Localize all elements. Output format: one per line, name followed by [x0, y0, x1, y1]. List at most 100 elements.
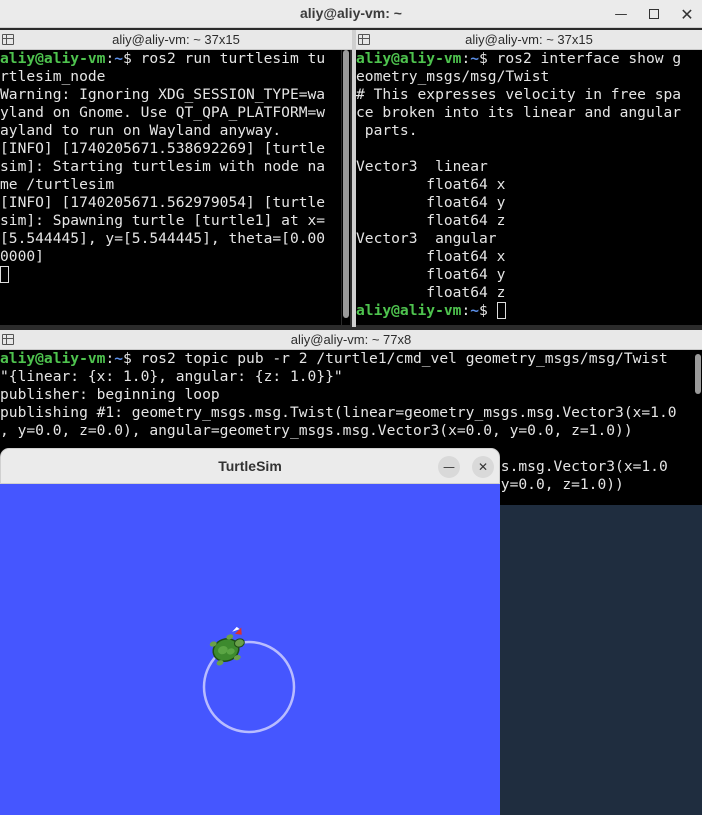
terminal-line: publishing #1: geometry_msgs.msg.Twist(l… [0, 404, 694, 422]
terminal-text: $ [479, 302, 497, 319]
terminal-right-scrollbar[interactable] [694, 50, 702, 325]
terminal-line: float64 y [356, 194, 694, 212]
close-icon[interactable]: ✕ [676, 3, 698, 25]
prompt-user: aliy@aliy-vm [356, 50, 462, 67]
turtlesim-titlebar[interactable]: TurtleSim — ✕ [0, 448, 500, 484]
terminal-text: , y=0.0, z=0.0), angular=geometry_msgs.m… [0, 422, 633, 439]
terminal-text: eometry_msgs/msg/Twist [356, 68, 550, 85]
prompt-path: ~ [114, 350, 124, 367]
terminal-text: $ ros2 topic pub -r 2 /turtle1/cmd_vel g… [123, 350, 668, 367]
terminal-text: : [461, 302, 471, 319]
terminal-line: [INFO] [1740205671.562979054] [turtle [0, 194, 341, 212]
terminal-line: aliy@aliy-vm:~$ ros2 topic pub -r 2 /tur… [0, 350, 694, 368]
terminal-text: ayland to run on Wayland anyway. [0, 122, 282, 139]
terminal-line: float64 y [356, 266, 694, 284]
terminal-line: yland on Gnome. Use QT_QPA_PLATFORM=w [0, 104, 341, 122]
main-window-titlebar: aliy@aliy-vm: ~ — ✕ [0, 0, 702, 28]
turtlesim-drawing [202, 626, 296, 734]
terminal-text: float64 x [356, 248, 506, 265]
terminal-text: [INFO] [1740205671.538692269] [turtle [0, 140, 326, 157]
terminal-text: Vector3 linear [356, 158, 488, 175]
terminal-text: : [461, 50, 471, 67]
terminal-text: publisher: beginning loop [0, 386, 220, 403]
terminal-left[interactable]: aliy@aliy-vm:~$ ros2 run turtlesim tu rtl… [0, 50, 341, 325]
terminal-line: parts. [356, 122, 694, 140]
terminal-text: : [105, 50, 115, 67]
terminal-text: Vector3 angular [356, 230, 497, 247]
pane-right-header[interactable]: aliy@aliy-vm: ~ 37x15 [356, 30, 702, 50]
terminal-text: [5.544445], y=[5.544445], theta=[0.00 [0, 230, 326, 247]
terminal-text: sim]: Spawning turtle [turtle1] at x= [0, 212, 326, 229]
terminal-left-scrollbar[interactable] [342, 50, 350, 325]
terminal-text: yland on Gnome. Use QT_QPA_PLATFORM=w [0, 104, 326, 121]
prompt-path: ~ [114, 50, 124, 67]
pane-bottom-header[interactable]: aliy@aliy-vm: ~ 77x8 [0, 330, 702, 350]
prompt-path: ~ [470, 50, 480, 67]
minimize-icon[interactable]: — [610, 3, 632, 25]
terminal-line: me /turtlesim [0, 176, 341, 194]
terminal-text: publishing #1: geometry_msgs.msg.Twist(l… [0, 404, 677, 421]
terminal-text: float64 z [356, 284, 506, 301]
terminal-text: $ ros2 interface show g [479, 50, 682, 67]
terminal-text: $ ros2 run turtlesim tu [123, 50, 326, 67]
main-window-title: aliy@aliy-vm: ~ [300, 5, 402, 21]
terminal-line [0, 266, 341, 284]
terminal-line: 0000] [0, 248, 341, 266]
terminal-line: Vector3 angular [356, 230, 694, 248]
prompt-user: aliy@aliy-vm [356, 302, 462, 319]
terminal-line: publisher: beginning loop [0, 386, 694, 404]
terminal-text: rtlesim_node [0, 68, 106, 85]
terminal-line: # This expresses velocity in free spa [356, 86, 694, 104]
terminal-line: sim]: Starting turtlesim with node na [0, 158, 341, 176]
terminal-line: Warning: Ignoring XDG_SESSION_TYPE=wa [0, 86, 341, 104]
terminal-text: 0000] [0, 248, 44, 265]
prompt-user: aliy@aliy-vm [0, 350, 106, 367]
prompt-path: ~ [470, 302, 480, 319]
terminal-text: : [105, 350, 115, 367]
turtlesim-title: TurtleSim [218, 458, 282, 474]
pane-left-title: aliy@aliy-vm: ~ 37x15 [112, 32, 240, 47]
terminal-text: # This expresses velocity in free spa [356, 86, 682, 103]
pane-right-title: aliy@aliy-vm: ~ 37x15 [465, 32, 593, 47]
terminal-text: parts. [356, 122, 418, 139]
terminal-line: rtlesim_node [0, 68, 341, 86]
terminal-text: Warning: Ignoring XDG_SESSION_TYPE=wa [0, 86, 326, 103]
terminal-line: float64 x [356, 176, 694, 194]
terminal-text: ce broken into its linear and angular [356, 104, 682, 121]
terminal-text: "{linear: {x: 1.0}, angular: {z: 1.0}}" [0, 368, 343, 385]
terminal-line: ayland to run on Wayland anyway. [0, 122, 341, 140]
terminal-right[interactable]: aliy@aliy-vm:~$ ros2 interface show g eom… [356, 50, 694, 325]
terminal-line: [5.544445], y=[5.544445], theta=[0.00 [0, 230, 341, 248]
terminal-text: float64 z [356, 212, 506, 229]
scrollbar-thumb[interactable] [343, 50, 349, 318]
terminal-line: eometry_msgs/msg/Twist [356, 68, 694, 86]
terminal-line: "{linear: {x: 1.0}, angular: {z: 1.0}}" [0, 368, 694, 386]
terminal-text: sim]: Starting turtlesim with node na [0, 158, 326, 175]
text-cursor [496, 302, 506, 319]
terminal-line: aliy@aliy-vm:~$ [356, 302, 694, 320]
prompt-user: aliy@aliy-vm [0, 50, 106, 67]
terminal-line: float64 z [356, 212, 694, 230]
maximize-icon[interactable] [643, 3, 665, 25]
close-icon[interactable]: ✕ [472, 456, 494, 478]
turtlesim-window: TurtleSim — ✕ [0, 448, 500, 815]
pane-bottom-title: aliy@aliy-vm: ~ 77x8 [290, 332, 412, 347]
pane-left-header[interactable]: aliy@aliy-vm: ~ 37x15 [0, 30, 352, 50]
terminal-line: float64 x [356, 248, 694, 266]
terminal-text: [INFO] [1740205671.562979054] [turtle [0, 194, 326, 211]
terminal-line: float64 z [356, 284, 694, 302]
terminal-text: float64 y [356, 266, 506, 283]
text-cursor [0, 266, 9, 283]
terminal-line: aliy@aliy-vm:~$ ros2 interface show g [356, 50, 694, 68]
scrollbar-thumb[interactable] [695, 354, 701, 394]
minimize-icon[interactable]: — [438, 456, 460, 478]
terminal-line: , y=0.0, z=0.0), angular=geometry_msgs.m… [0, 422, 694, 440]
terminal-text: me /turtlesim [0, 176, 115, 193]
terminal-line: aliy@aliy-vm:~$ ros2 run turtlesim tu [0, 50, 341, 68]
terminal-line: sim]: Spawning turtle [turtle1] at x= [0, 212, 341, 230]
terminal-bottom-scrollbar[interactable] [694, 350, 702, 505]
terminal-line: Vector3 linear [356, 158, 694, 176]
terminal-line: [INFO] [1740205671.538692269] [turtle [0, 140, 341, 158]
turtlesim-canvas [0, 484, 500, 815]
